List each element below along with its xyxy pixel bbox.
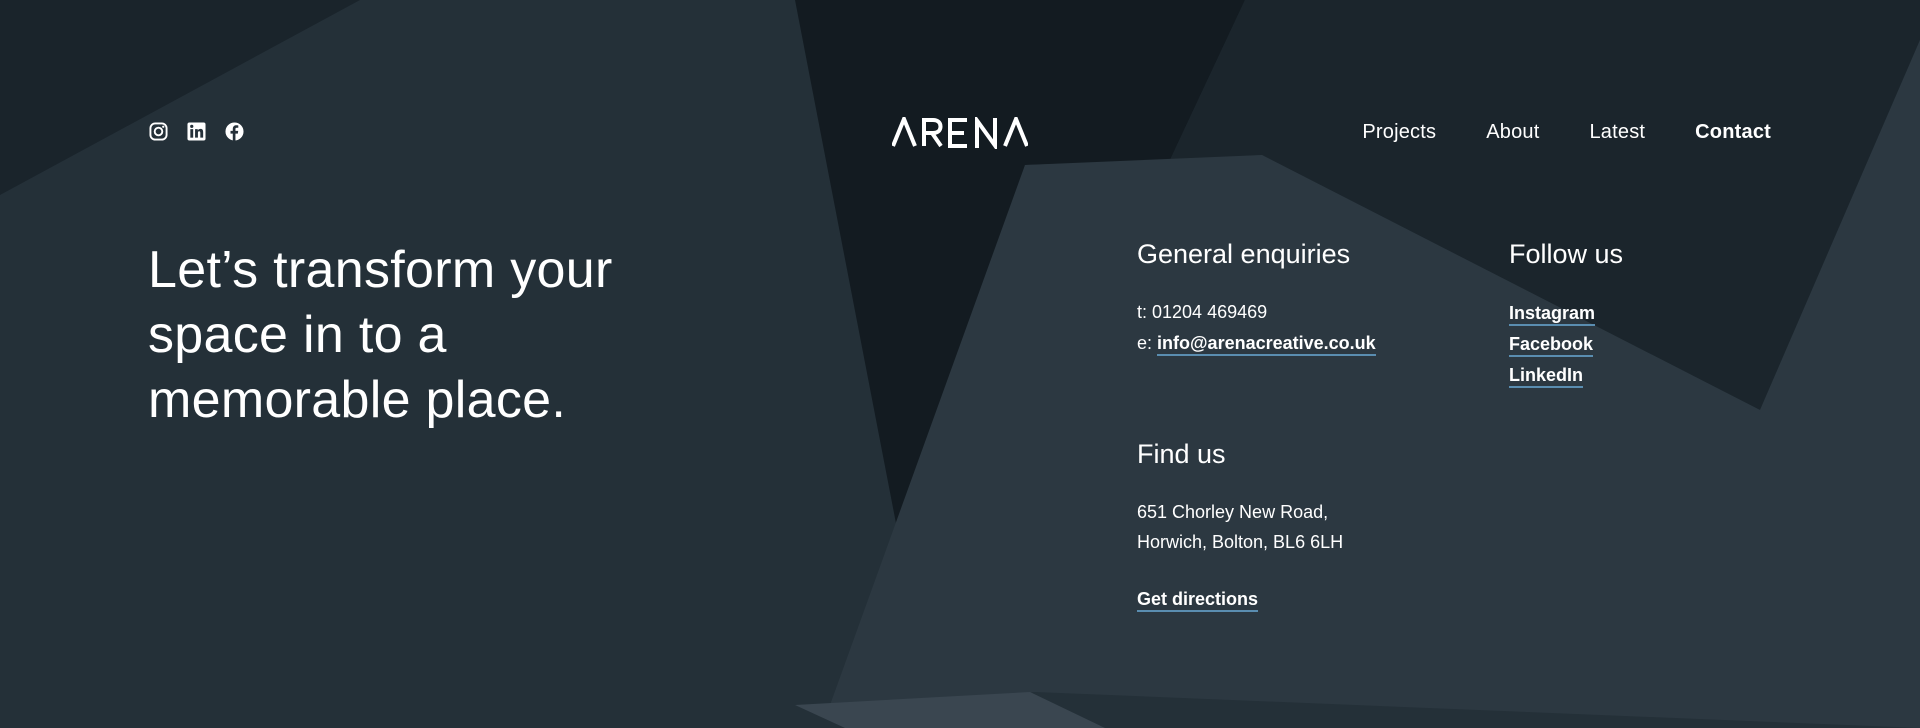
nav-latest[interactable]: Latest [1589, 120, 1645, 144]
email-line: e: info@arenacreative.co.uk [1137, 332, 1376, 356]
instagram-link[interactable] [149, 122, 168, 142]
arena-logo[interactable] [892, 117, 1028, 149]
hero-line-3: memorable place. [148, 371, 567, 429]
nav-projects[interactable]: Projects [1362, 120, 1436, 144]
get-directions-link[interactable]: Get directions [1137, 589, 1259, 612]
instagram-icon [149, 122, 168, 141]
main-nav: Projects About Latest Contact [1362, 120, 1771, 144]
follow-item: Instagram [1509, 302, 1596, 326]
address-line-1: 651 Chorley New Road, [1137, 502, 1329, 522]
email-prefix: e: [1137, 333, 1158, 353]
arena-logo-mark [892, 117, 1028, 149]
address-line-2: Horwich, Bolton, BL6 6LH [1137, 532, 1344, 552]
linkedin-link[interactable] [187, 122, 206, 142]
follow-us-title: Follow us [1509, 239, 1624, 269]
hero-line-2: space in to a [148, 306, 447, 364]
follow-item: Facebook [1509, 333, 1594, 357]
follow-facebook-link[interactable]: Facebook [1509, 334, 1594, 357]
social-links [149, 122, 244, 142]
phone-prefix: t: [1137, 302, 1153, 322]
nav-contact[interactable]: Contact [1695, 120, 1771, 144]
find-us-title: Find us [1137, 439, 1226, 469]
follow-item: LinkedIn [1509, 364, 1584, 388]
linkedin-icon [187, 122, 206, 141]
directions-item: Get directions [1137, 588, 1259, 612]
nav-about[interactable]: About [1486, 120, 1539, 144]
email-link[interactable]: info@arenacreative.co.uk [1157, 333, 1376, 356]
hero-line-1: Let’s transform your [148, 241, 613, 299]
follow-linkedin-link[interactable]: LinkedIn [1509, 365, 1584, 388]
facebook-icon [225, 122, 244, 141]
follow-instagram-link[interactable]: Instagram [1509, 303, 1596, 326]
facebook-link[interactable] [225, 122, 244, 142]
hero-headline: Let’s transform your space in to a memor… [148, 238, 708, 433]
general-enquiries-title: General enquiries [1137, 239, 1351, 269]
phone-number[interactable]: 01204 469469 [1152, 302, 1267, 322]
phone-line: t: 01204 469469 [1137, 301, 1267, 323]
